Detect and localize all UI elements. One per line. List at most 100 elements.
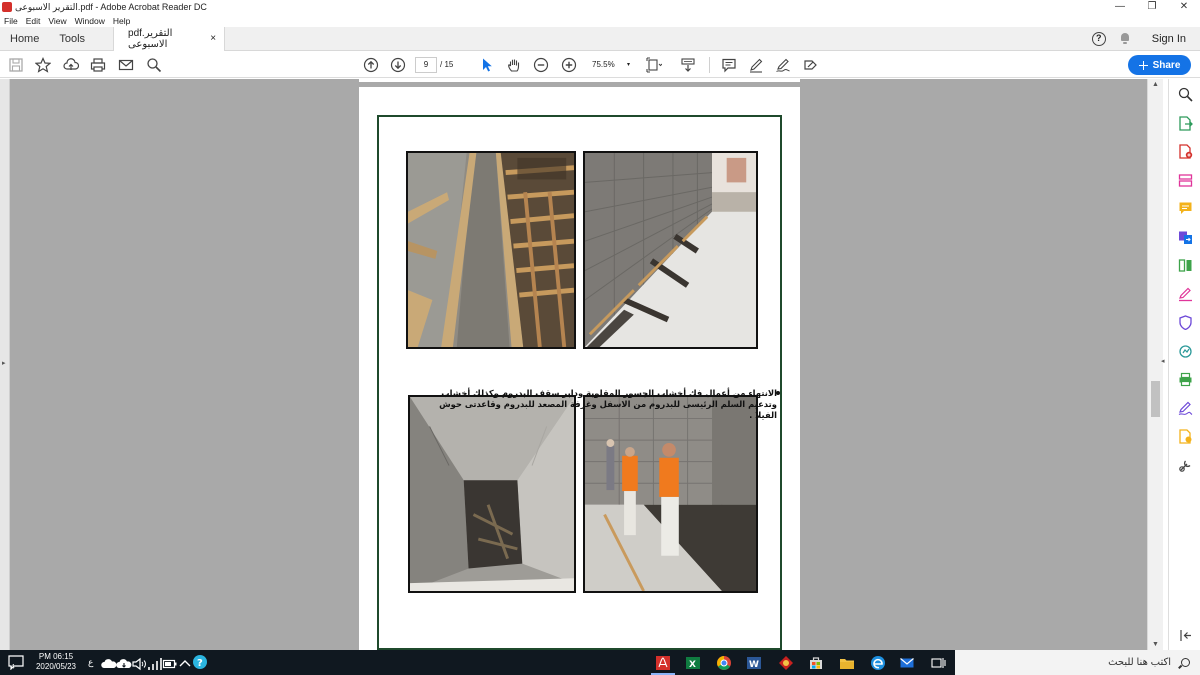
organize-pages-icon[interactable] [1178,258,1193,273]
word-app-icon[interactable]: W [746,655,762,671]
menu-help[interactable]: Help [113,16,130,26]
save-icon[interactable] [7,56,24,73]
chevron-down-icon: ▾ [626,62,630,68]
fill-and-sign-icon[interactable] [1178,287,1193,302]
edit-pdf-icon[interactable] [1178,173,1193,188]
hand-tool-icon[interactable] [505,56,522,73]
export-pdf-icon[interactable] [1178,116,1193,131]
bell-icon[interactable] [1120,33,1130,44]
menu-view[interactable]: View [48,16,66,26]
print-production-icon[interactable] [1178,372,1193,387]
zoom-level-select[interactable]: 75.5% ▾ [587,57,633,73]
share-button[interactable]: Share [1128,55,1191,75]
plus-icon [1138,60,1148,70]
zoom-level-value: 75.5% [592,60,615,69]
select-cursor-icon[interactable] [478,56,495,73]
scroll-mode-icon[interactable] [679,56,696,73]
menu-window[interactable]: Window [75,16,105,26]
next-page-icon[interactable] [389,56,406,73]
store-app-icon[interactable] [808,655,824,671]
fill-sign-icon[interactable] [802,56,819,73]
help-icon[interactable]: ? [1091,31,1106,46]
onedrive-icon[interactable] [101,656,117,669]
tab-tools[interactable]: Tools [49,33,95,45]
action-center-icon[interactable]: 4 [8,655,24,671]
highlight-pen-icon[interactable] [747,56,764,73]
menu-file[interactable]: File [4,16,18,26]
expand-pane-icon[interactable] [1178,628,1193,643]
minimize-button[interactable]: — [1104,0,1136,14]
red-app-icon[interactable] [778,655,794,671]
chevron-up-icon[interactable] [177,656,191,669]
help-app-icon[interactable]: ? [192,654,208,670]
previous-page-icon[interactable] [362,56,379,73]
expand-left-pane-icon[interactable]: ▸ [2,359,6,367]
sign-in-button[interactable]: Sign In [1152,33,1186,45]
menu-edit[interactable]: Edit [26,16,41,26]
cloud-upload-icon[interactable] [62,56,79,73]
scroll-down-icon[interactable]: ▼ [1152,641,1159,648]
left-navigation-pane[interactable]: ▸ [0,79,10,650]
photo-workers [583,395,758,593]
chrome-browser-icon[interactable] [716,655,732,671]
input-language[interactable]: ع [88,657,93,668]
zoom-out-icon[interactable] [532,56,549,73]
acrobat-app-icon [2,2,12,12]
create-pdf-icon[interactable] [1178,144,1193,159]
fit-page-icon[interactable] [645,56,662,73]
star-icon[interactable] [34,56,51,73]
page-border-frame: الانتهاء من أعمال فك أخشاب الجسور المقلو… [377,115,782,650]
close-tab-button[interactable]: × [210,33,216,44]
photo-elevator-shaft [408,395,576,593]
previous-page-edge [359,79,800,82]
email-icon[interactable] [117,56,134,73]
title-bar: التقرير الاسبوعى.pdf - Adobe Acrobat Rea… [0,0,1200,14]
scroll-thumb[interactable] [1151,381,1160,417]
onedrive-sync-icon[interactable] [116,656,132,669]
taskbar-clock[interactable]: PM 06:15 2020/05/23 [34,652,78,672]
clock-time: PM 06:15 [38,652,74,661]
certificates-icon[interactable] [1178,429,1193,444]
tab-home[interactable]: Home [0,33,49,45]
volume-icon[interactable] [131,656,146,671]
protect-shield-icon[interactable] [1178,315,1193,331]
send-for-signature-icon[interactable] [1178,401,1193,416]
combine-files-icon[interactable] [1178,230,1193,245]
restore-button[interactable]: ❐ [1136,0,1168,14]
clock-date: 2020/05/23 [35,662,77,671]
optimize-pdf-icon[interactable] [1178,344,1193,359]
document-viewport[interactable]: ▸ الانتهاء من أعمال فك أخشاب الجسور المق… [0,79,1163,650]
print-icon[interactable] [89,56,106,73]
window-title: التقرير الاسبوعى.pdf - Adobe Acrobat Rea… [15,1,207,12]
task-view-icon[interactable] [930,655,946,671]
photo-beam-formwork [406,151,576,349]
collapse-right-pane-icon[interactable]: ◂ [1161,357,1165,365]
acrobat-taskbar-icon[interactable] [655,655,671,671]
battery-icon[interactable] [162,656,177,669]
network-icon[interactable] [147,656,162,670]
draw-signature-icon[interactable] [774,56,791,73]
file-explorer-icon[interactable] [839,655,855,671]
svg-text:X: X [689,660,696,670]
page-number-input[interactable]: 9 [415,57,437,73]
notification-count: 4 [11,664,15,671]
scroll-up-icon[interactable]: ▲ [1152,81,1159,88]
document-tab-label: pdf.التقرير الاسبوعى [128,27,173,50]
taskbar-search-box[interactable]: اكتب هنا للبحث [955,650,1200,675]
comment-icon[interactable] [720,56,737,73]
edge-browser-icon[interactable] [870,655,886,671]
mail-app-icon[interactable] [899,655,915,671]
comment-tool-icon[interactable] [1178,201,1193,216]
right-tools-pane [1168,79,1200,650]
tab-document[interactable]: pdf.التقرير الاسبوعى × [113,26,226,51]
search-placeholder: اكتب هنا للبحث [1108,657,1171,668]
excel-app-icon[interactable]: X [685,655,701,671]
toolbar-separator [709,57,710,73]
zoom-in-icon[interactable] [560,56,577,73]
close-button[interactable]: ✕ [1168,0,1200,14]
search-icon[interactable] [145,56,162,73]
zoom-search-icon[interactable] [1178,87,1193,102]
more-tools-icon[interactable] [1178,458,1193,473]
photo-caption: الانتهاء من أعمال فك أخشاب الجسور المقلو… [439,388,777,420]
share-button-label: Share [1152,59,1181,71]
